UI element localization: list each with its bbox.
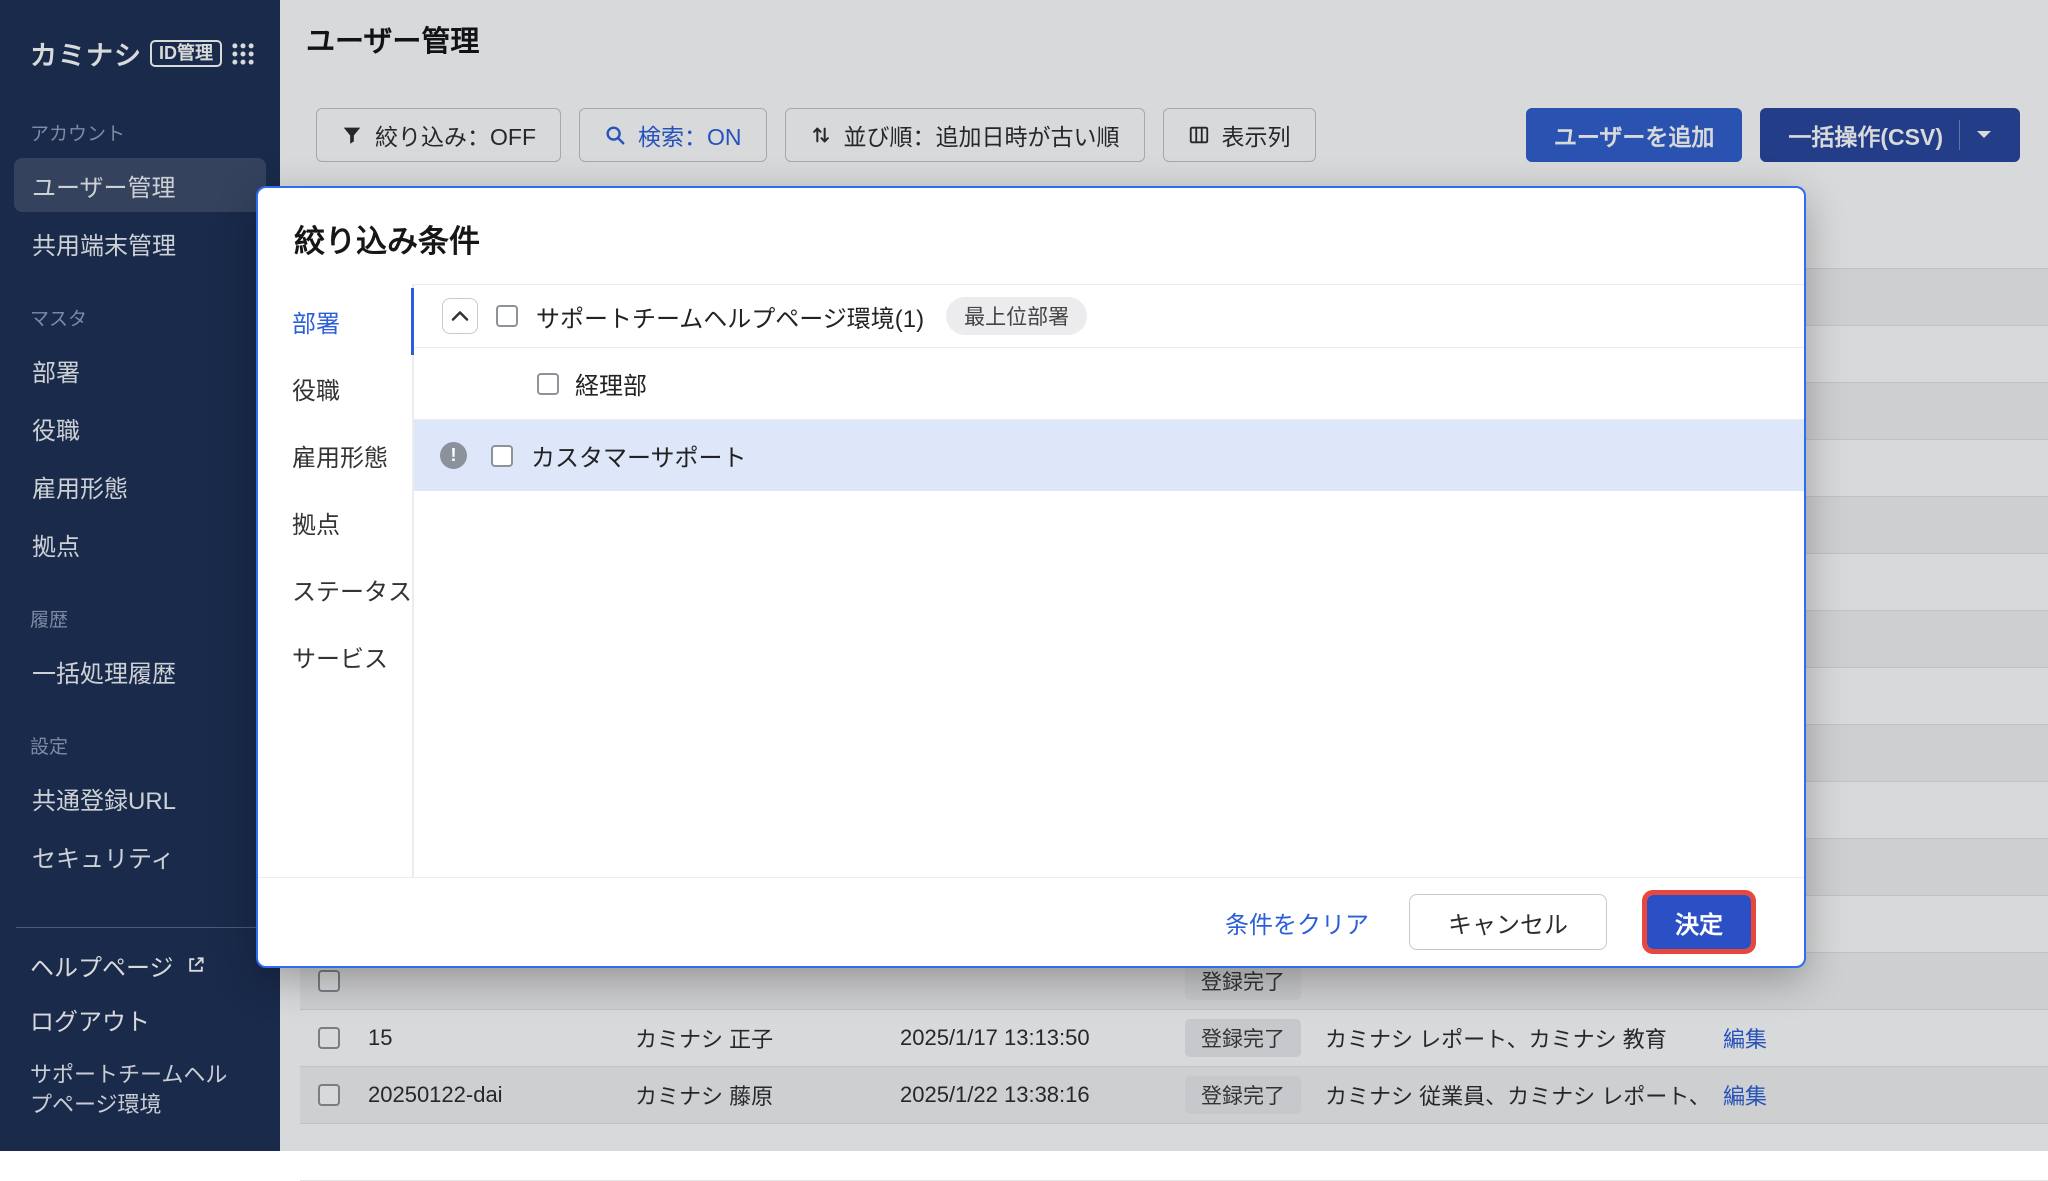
tab-employment[interactable]: 雇用形態 — [258, 422, 412, 489]
modal-footer: 条件をクリア キャンセル 決定 — [258, 877, 1804, 966]
tab-location[interactable]: 拠点 — [258, 489, 412, 556]
info-icon: ! — [440, 442, 467, 469]
collapse-button[interactable] — [442, 298, 478, 334]
modal-tab-list: 部署 役職 雇用形態 拠点 ステータス サービス — [258, 284, 414, 877]
tree-row-label: 経理部 — [575, 366, 647, 401]
tree-row-root: サポートチームヘルプページ環境(1) 最上位部署 — [414, 284, 1804, 348]
tree-row-label: カスタマーサポート — [531, 438, 747, 473]
top-level-badge: 最上位部署 — [946, 297, 1087, 335]
clear-conditions-link[interactable]: 条件をクリア — [1225, 905, 1369, 940]
tab-label: 拠点 — [292, 505, 340, 540]
root-department-checkbox[interactable] — [496, 305, 518, 327]
tree-row-child-highlighted: ! カスタマーサポート — [414, 420, 1804, 491]
customer-support-checkbox[interactable] — [491, 445, 513, 467]
submit-button[interactable]: 決定 — [1647, 895, 1751, 949]
tree-row-child: 経理部 — [414, 348, 1804, 420]
tree-row-label: サポートチームヘルプページ環境(1) — [536, 299, 924, 334]
modal-title: 絞り込み条件 — [294, 216, 480, 261]
cancel-button[interactable]: キャンセル — [1409, 894, 1607, 950]
accounting-checkbox[interactable] — [537, 373, 559, 395]
tab-status[interactable]: ステータス — [258, 556, 412, 623]
tab-service[interactable]: サービス — [258, 623, 412, 690]
tab-label: 雇用形態 — [292, 438, 388, 473]
app-root: カミナシ ID管理 アカウント ユーザー管理 共用端末管理 マスタ 部署 役職 … — [0, 0, 2048, 1151]
tab-label: 部署 — [292, 304, 340, 339]
modal-body: 部署 役職 雇用形態 拠点 ステータス サービス — [258, 284, 1804, 877]
tab-label: サービス — [292, 639, 388, 674]
department-tree: サポートチームヘルプページ環境(1) 最上位部署 経理部 ! カスタマーサポート — [414, 284, 1804, 877]
tab-label: ステータス — [292, 572, 412, 607]
tab-label: 役職 — [292, 371, 340, 406]
filter-modal: 絞り込み条件 部署 役職 雇用形態 拠点 ステータス サ — [256, 186, 1806, 968]
tab-department[interactable]: 部署 — [258, 288, 412, 355]
tab-position[interactable]: 役職 — [258, 355, 412, 422]
